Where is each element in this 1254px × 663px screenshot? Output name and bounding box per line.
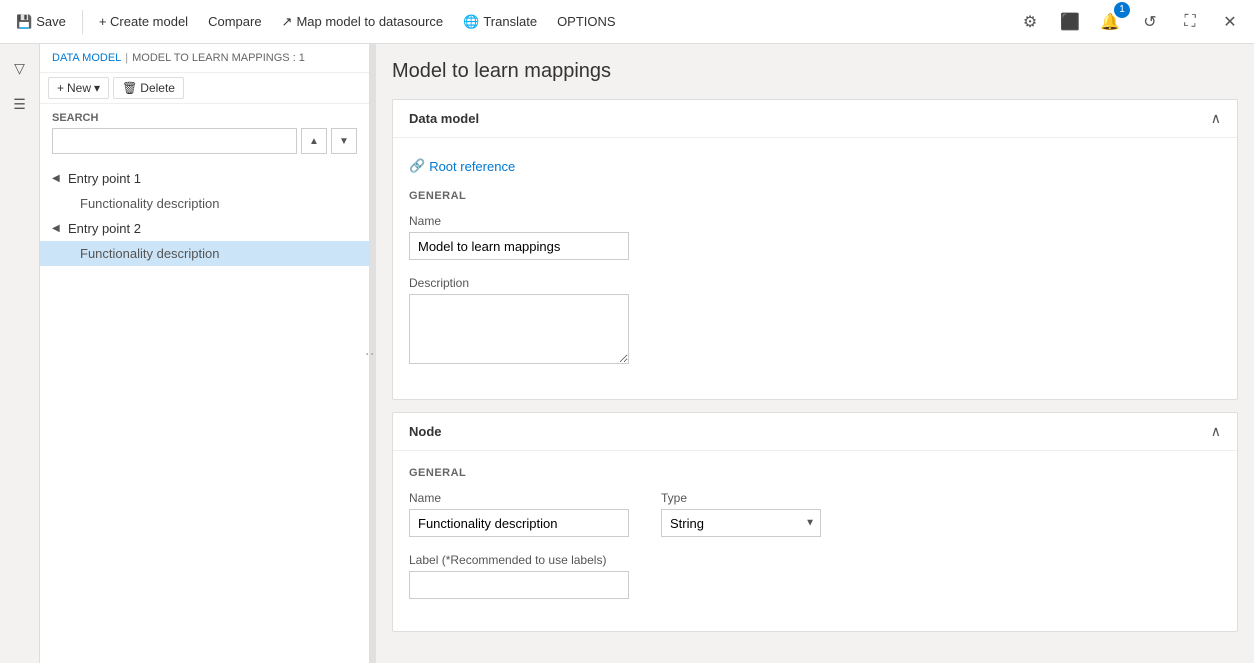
new-plus-icon: + [57,81,64,95]
node-label-field-label: Label (*Recommended to use labels) [409,553,629,567]
filter-icon-button[interactable]: ▽ [4,52,36,84]
node-label-group: Label (*Recommended to use labels) [409,553,629,599]
node-general-col: GENERAL Name Label (*Recommended to use … [409,467,629,615]
right-panel: Model to learn mappings Data model ∧ 🔗 R… [376,44,1254,663]
data-model-general-label: GENERAL [409,190,1221,202]
main-toolbar: 💾 Save + Create model Compare ↗ Map mode… [0,0,1254,44]
tree-group-1: ◀ Entry point 1 Functionality descriptio… [40,166,369,216]
search-input[interactable] [52,128,297,154]
search-up-button[interactable]: ▲ [301,128,327,154]
save-button[interactable]: 💾 Save [8,10,74,34]
refresh-icon: ↺ [1143,12,1156,32]
node-section: Node ∧ GENERAL Name Label (*Recommended … [392,412,1238,632]
up-arrow-icon: ▲ [309,136,319,147]
menu-icon: ☰ [13,96,26,113]
open-new-icon: ⛶ [1184,13,1195,31]
root-reference-link[interactable]: 🔗 Root reference [409,154,515,178]
node-section-body: GENERAL Name Label (*Recommended to use … [393,451,1237,631]
delete-icon: 🗑 [122,81,137,95]
tree-item-entry-point-2[interactable]: ◀ Entry point 2 [40,216,369,241]
office-icon-button[interactable]: ⬛ [1054,6,1086,38]
data-model-section-header: Data model ∧ [393,100,1237,138]
data-model-name-label: Name [409,214,1221,228]
node-type-select-wrapper: String Integer Real Boolean Date DateTim… [661,509,821,537]
node-section-title: Node [409,424,442,439]
translate-button[interactable]: 🌐 Translate [455,10,545,34]
down-arrow-icon: ▼ [339,136,349,147]
data-model-section-title: Data model [409,111,479,126]
map-icon: ↗ [282,14,293,30]
breadcrumb-data-model[interactable]: DATA MODEL [52,52,121,64]
functionality-desc-1-label: Functionality description [80,196,219,211]
expand-icon-1: ◀ [52,173,68,184]
map-to-datasource-button[interactable]: ↗ Map model to datasource [274,10,452,34]
data-model-collapse-button[interactable]: ∧ [1211,110,1221,127]
expand-icon-2: ◀ [52,223,68,234]
options-button[interactable]: OPTIONS [549,10,624,33]
tree: ◀ Entry point 1 Functionality descriptio… [40,162,369,663]
data-model-name-group: Name [409,214,1221,260]
functionality-desc-2-label: Functionality description [80,246,219,261]
search-section: SEARCH ▲ ▼ [40,104,369,162]
close-icon: ✕ [1223,12,1236,32]
toolbar-right: ⚙ ⬛ 🔔 1 ↺ ⛶ ✕ [1014,6,1246,38]
node-type-group: Type String Integer Real Boolean Date Da… [661,491,821,537]
page-title: Model to learn mappings [392,60,1238,83]
save-icon: 💾 [16,14,32,30]
node-type-label: Type [661,491,821,505]
notification-badge: 🔔 1 [1094,6,1126,38]
node-name-input[interactable] [409,509,629,537]
tree-item-entry-point-1[interactable]: ◀ Entry point 1 [40,166,369,191]
settings-icon-button[interactable]: ⚙ [1014,6,1046,38]
menu-icon-button[interactable]: ☰ [4,88,36,120]
breadcrumb: DATA MODEL | MODEL TO LEARN MAPPINGS : 1 [40,44,369,73]
left-panel: DATA MODEL | MODEL TO LEARN MAPPINGS : 1… [40,44,370,663]
entry-point-1-label: Entry point 1 [68,171,361,186]
entry-point-2-label: Entry point 2 [68,221,361,236]
node-type-col: Type String Integer Real Boolean Date Da… [661,467,821,553]
node-general-label: GENERAL [409,467,629,479]
link-icon: 🔗 [409,158,425,174]
open-new-window-button[interactable]: ⛶ [1174,6,1206,38]
settings-icon: ⚙ [1023,12,1037,32]
data-model-name-input[interactable] [409,232,629,260]
node-section-header: Node ∧ [393,413,1237,451]
node-name-group: Name [409,491,629,537]
search-down-button[interactable]: ▼ [331,128,357,154]
tree-group-2: ◀ Entry point 2 Functionality descriptio… [40,216,369,266]
data-model-section: Data model ∧ 🔗 Root reference GENERAL Na… [392,99,1238,400]
toolbar-separator-1 [82,10,83,34]
side-icons: ▽ ☰ [0,44,40,663]
panel-toolbar: + New ▾ 🗑 Delete [40,73,369,104]
office-icon: ⬛ [1060,12,1080,32]
node-type-spacer [661,467,821,479]
data-model-description-group: Description [409,276,1221,367]
breadcrumb-current: MODEL TO LEARN MAPPINGS : 1 [132,52,305,64]
create-model-button[interactable]: + Create model [91,10,196,33]
node-form-row: GENERAL Name Label (*Recommended to use … [409,467,1221,615]
tree-child-1-1[interactable]: Functionality description [40,191,369,216]
close-button[interactable]: ✕ [1214,6,1246,38]
node-label-input[interactable] [409,571,629,599]
main-layout: ▽ ☰ DATA MODEL | MODEL TO LEARN MAPPINGS… [0,44,1254,663]
compare-button[interactable]: Compare [200,10,269,33]
refresh-button[interactable]: ↺ [1134,6,1166,38]
root-reference-container: 🔗 Root reference [409,154,1221,190]
delete-button[interactable]: 🗑 Delete [113,77,184,99]
search-row: ▲ ▼ [52,128,357,154]
data-model-section-body: 🔗 Root reference GENERAL Name Descriptio… [393,138,1237,399]
node-collapse-button[interactable]: ∧ [1211,423,1221,440]
tree-child-2-1[interactable]: Functionality description [40,241,369,266]
new-dropdown-arrow: ▾ [94,81,100,95]
new-button[interactable]: + New ▾ [48,77,109,99]
search-label: SEARCH [52,112,357,124]
data-model-description-label: Description [409,276,1221,290]
data-model-description-textarea[interactable] [409,294,629,364]
node-type-select[interactable]: String Integer Real Boolean Date DateTim… [661,509,821,537]
translate-icon: 🌐 [463,14,479,30]
breadcrumb-separator: | [125,52,128,64]
filter-icon: ▽ [14,60,25,77]
node-name-label: Name [409,491,629,505]
